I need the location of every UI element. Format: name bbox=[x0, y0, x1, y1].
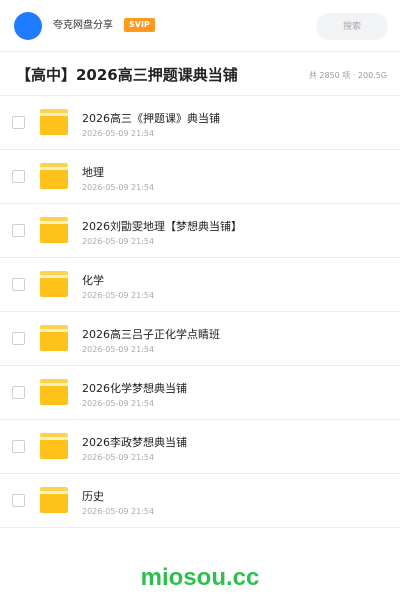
folder-icon bbox=[40, 271, 68, 297]
folder-icon bbox=[40, 109, 68, 135]
select-checkbox[interactable] bbox=[12, 440, 25, 453]
file-date: 2026-05-09 21:54 bbox=[82, 453, 155, 462]
select-checkbox[interactable] bbox=[12, 224, 25, 237]
list-item[interactable]: 2026高三《押题课》典当铺 2026-05-09 21:54 bbox=[0, 96, 400, 150]
folder-icon bbox=[40, 379, 68, 405]
list-item[interactable]: 2026化学梦想典当铺 2026-05-09 21:54 bbox=[0, 366, 400, 420]
select-checkbox[interactable] bbox=[12, 494, 25, 507]
file-date: 2026-05-09 21:54 bbox=[82, 399, 155, 408]
file-date: 2026-05-09 21:54 bbox=[82, 183, 155, 192]
folder-icon bbox=[40, 433, 68, 459]
list-item[interactable]: 地理 2026-05-09 21:54 bbox=[0, 150, 400, 204]
folder-icon bbox=[40, 325, 68, 351]
share-title-bar: 【高中】2026高三押题课典当铺 共 2850 项 · 200.5G bbox=[0, 52, 400, 96]
avatar[interactable] bbox=[14, 12, 42, 40]
file-date: 2026-05-09 21:54 bbox=[82, 507, 155, 516]
select-checkbox[interactable] bbox=[12, 116, 25, 129]
folder-icon bbox=[40, 163, 68, 189]
file-list: 2026高三《押题课》典当铺 2026-05-09 21:54 地理 2026-… bbox=[0, 96, 400, 528]
share-page: 夸克网盘分享 SVIP 【高中】2026高三押题课典当铺 共 2850 项 · … bbox=[0, 0, 400, 600]
app-header: 夸克网盘分享 SVIP bbox=[0, 0, 400, 52]
file-date: 2026-05-09 21:54 bbox=[82, 291, 155, 300]
page-title: 【高中】2026高三押题课典当铺 bbox=[16, 66, 238, 84]
list-item[interactable]: 历史 2026-05-09 21:54 bbox=[0, 474, 400, 528]
file-name: 2026化学梦想典当铺 bbox=[82, 382, 187, 395]
select-checkbox[interactable] bbox=[12, 332, 25, 345]
app-name: 夸克网盘分享 bbox=[53, 20, 113, 31]
select-checkbox[interactable] bbox=[12, 170, 25, 183]
share-meta: 共 2850 项 · 200.5G bbox=[308, 71, 387, 80]
search-input[interactable] bbox=[316, 13, 388, 40]
folder-icon bbox=[40, 217, 68, 243]
file-name: 2026高三《押题课》典当铺 bbox=[82, 112, 220, 125]
file-date: 2026-05-09 21:54 bbox=[82, 345, 155, 354]
file-name: 地理 bbox=[82, 166, 104, 179]
select-checkbox[interactable] bbox=[12, 278, 25, 291]
list-item[interactable]: 2026刘勖雯地理【梦想典当铺】 2026-05-09 21:54 bbox=[0, 204, 400, 258]
list-item[interactable]: 化学 2026-05-09 21:54 bbox=[0, 258, 400, 312]
svip-badge: SVIP bbox=[124, 18, 155, 32]
file-name: 2026刘勖雯地理【梦想典当铺】 bbox=[82, 220, 242, 233]
select-checkbox[interactable] bbox=[12, 386, 25, 399]
list-item[interactable]: 2026李政梦想典当铺 2026-05-09 21:54 bbox=[0, 420, 400, 474]
folder-icon bbox=[40, 487, 68, 513]
file-date: 2026-05-09 21:54 bbox=[82, 237, 155, 246]
list-item[interactable]: 2026高三吕子正化学点睛班 2026-05-09 21:54 bbox=[0, 312, 400, 366]
file-name: 历史 bbox=[82, 490, 104, 503]
site-watermark: miosou.cc bbox=[140, 564, 260, 591]
file-name: 2026李政梦想典当铺 bbox=[82, 436, 187, 449]
file-date: 2026-05-09 21:54 bbox=[82, 129, 155, 138]
file-name: 化学 bbox=[82, 274, 104, 287]
file-name: 2026高三吕子正化学点睛班 bbox=[82, 328, 220, 341]
